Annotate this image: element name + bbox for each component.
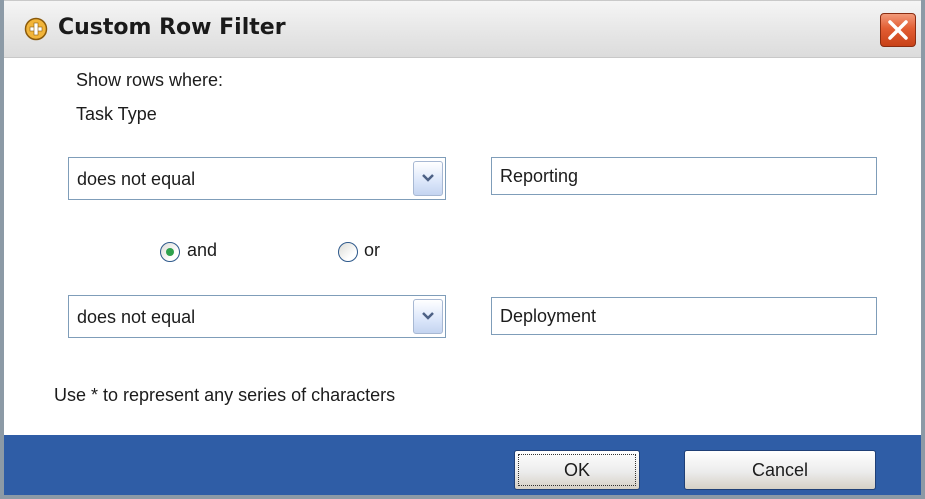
and-radio-label[interactable]: and (187, 240, 217, 261)
condition2-operator-value: does not equal (77, 307, 196, 327)
condition1-operator-select[interactable]: does not equal (68, 157, 446, 200)
condition2-operator-select[interactable]: does not equal (68, 295, 446, 338)
wildcard-hint: Use * to represent any series of charact… (54, 385, 396, 405)
and-radio[interactable] (160, 242, 180, 262)
chevron-down-icon (422, 174, 434, 182)
condition1-value-input[interactable]: Reporting (491, 157, 877, 195)
ok-button[interactable]: OK (514, 450, 640, 490)
condition1-operator-value: does not equal (77, 169, 196, 189)
close-icon (888, 20, 908, 40)
cancel-button[interactable]: Cancel (684, 450, 876, 490)
title-bar[interactable]: Custom Row Filter (4, 0, 921, 58)
chevron-down-icon (422, 312, 434, 320)
radio-selected-dot (166, 248, 174, 256)
condition2-value-text: Deployment (500, 306, 597, 326)
condition1-dropdown-button[interactable] (413, 161, 443, 196)
add-filter-icon (24, 17, 48, 41)
or-radio-label[interactable]: or (364, 240, 380, 261)
window-title: Custom Row Filter (58, 15, 286, 40)
condition1-value-text: Reporting (500, 166, 579, 186)
button-bar: OK Cancel (4, 435, 921, 495)
condition2-dropdown-button[interactable] (413, 299, 443, 334)
condition2-value-input[interactable]: Deployment (491, 297, 877, 335)
show-rows-label: Show rows where: (76, 70, 224, 90)
column-name-label: Task Type (76, 104, 157, 124)
custom-row-filter-dialog: Custom Row Filter Show rows where: Task … (0, 0, 925, 499)
close-button[interactable] (880, 13, 916, 47)
or-radio[interactable] (338, 242, 358, 262)
